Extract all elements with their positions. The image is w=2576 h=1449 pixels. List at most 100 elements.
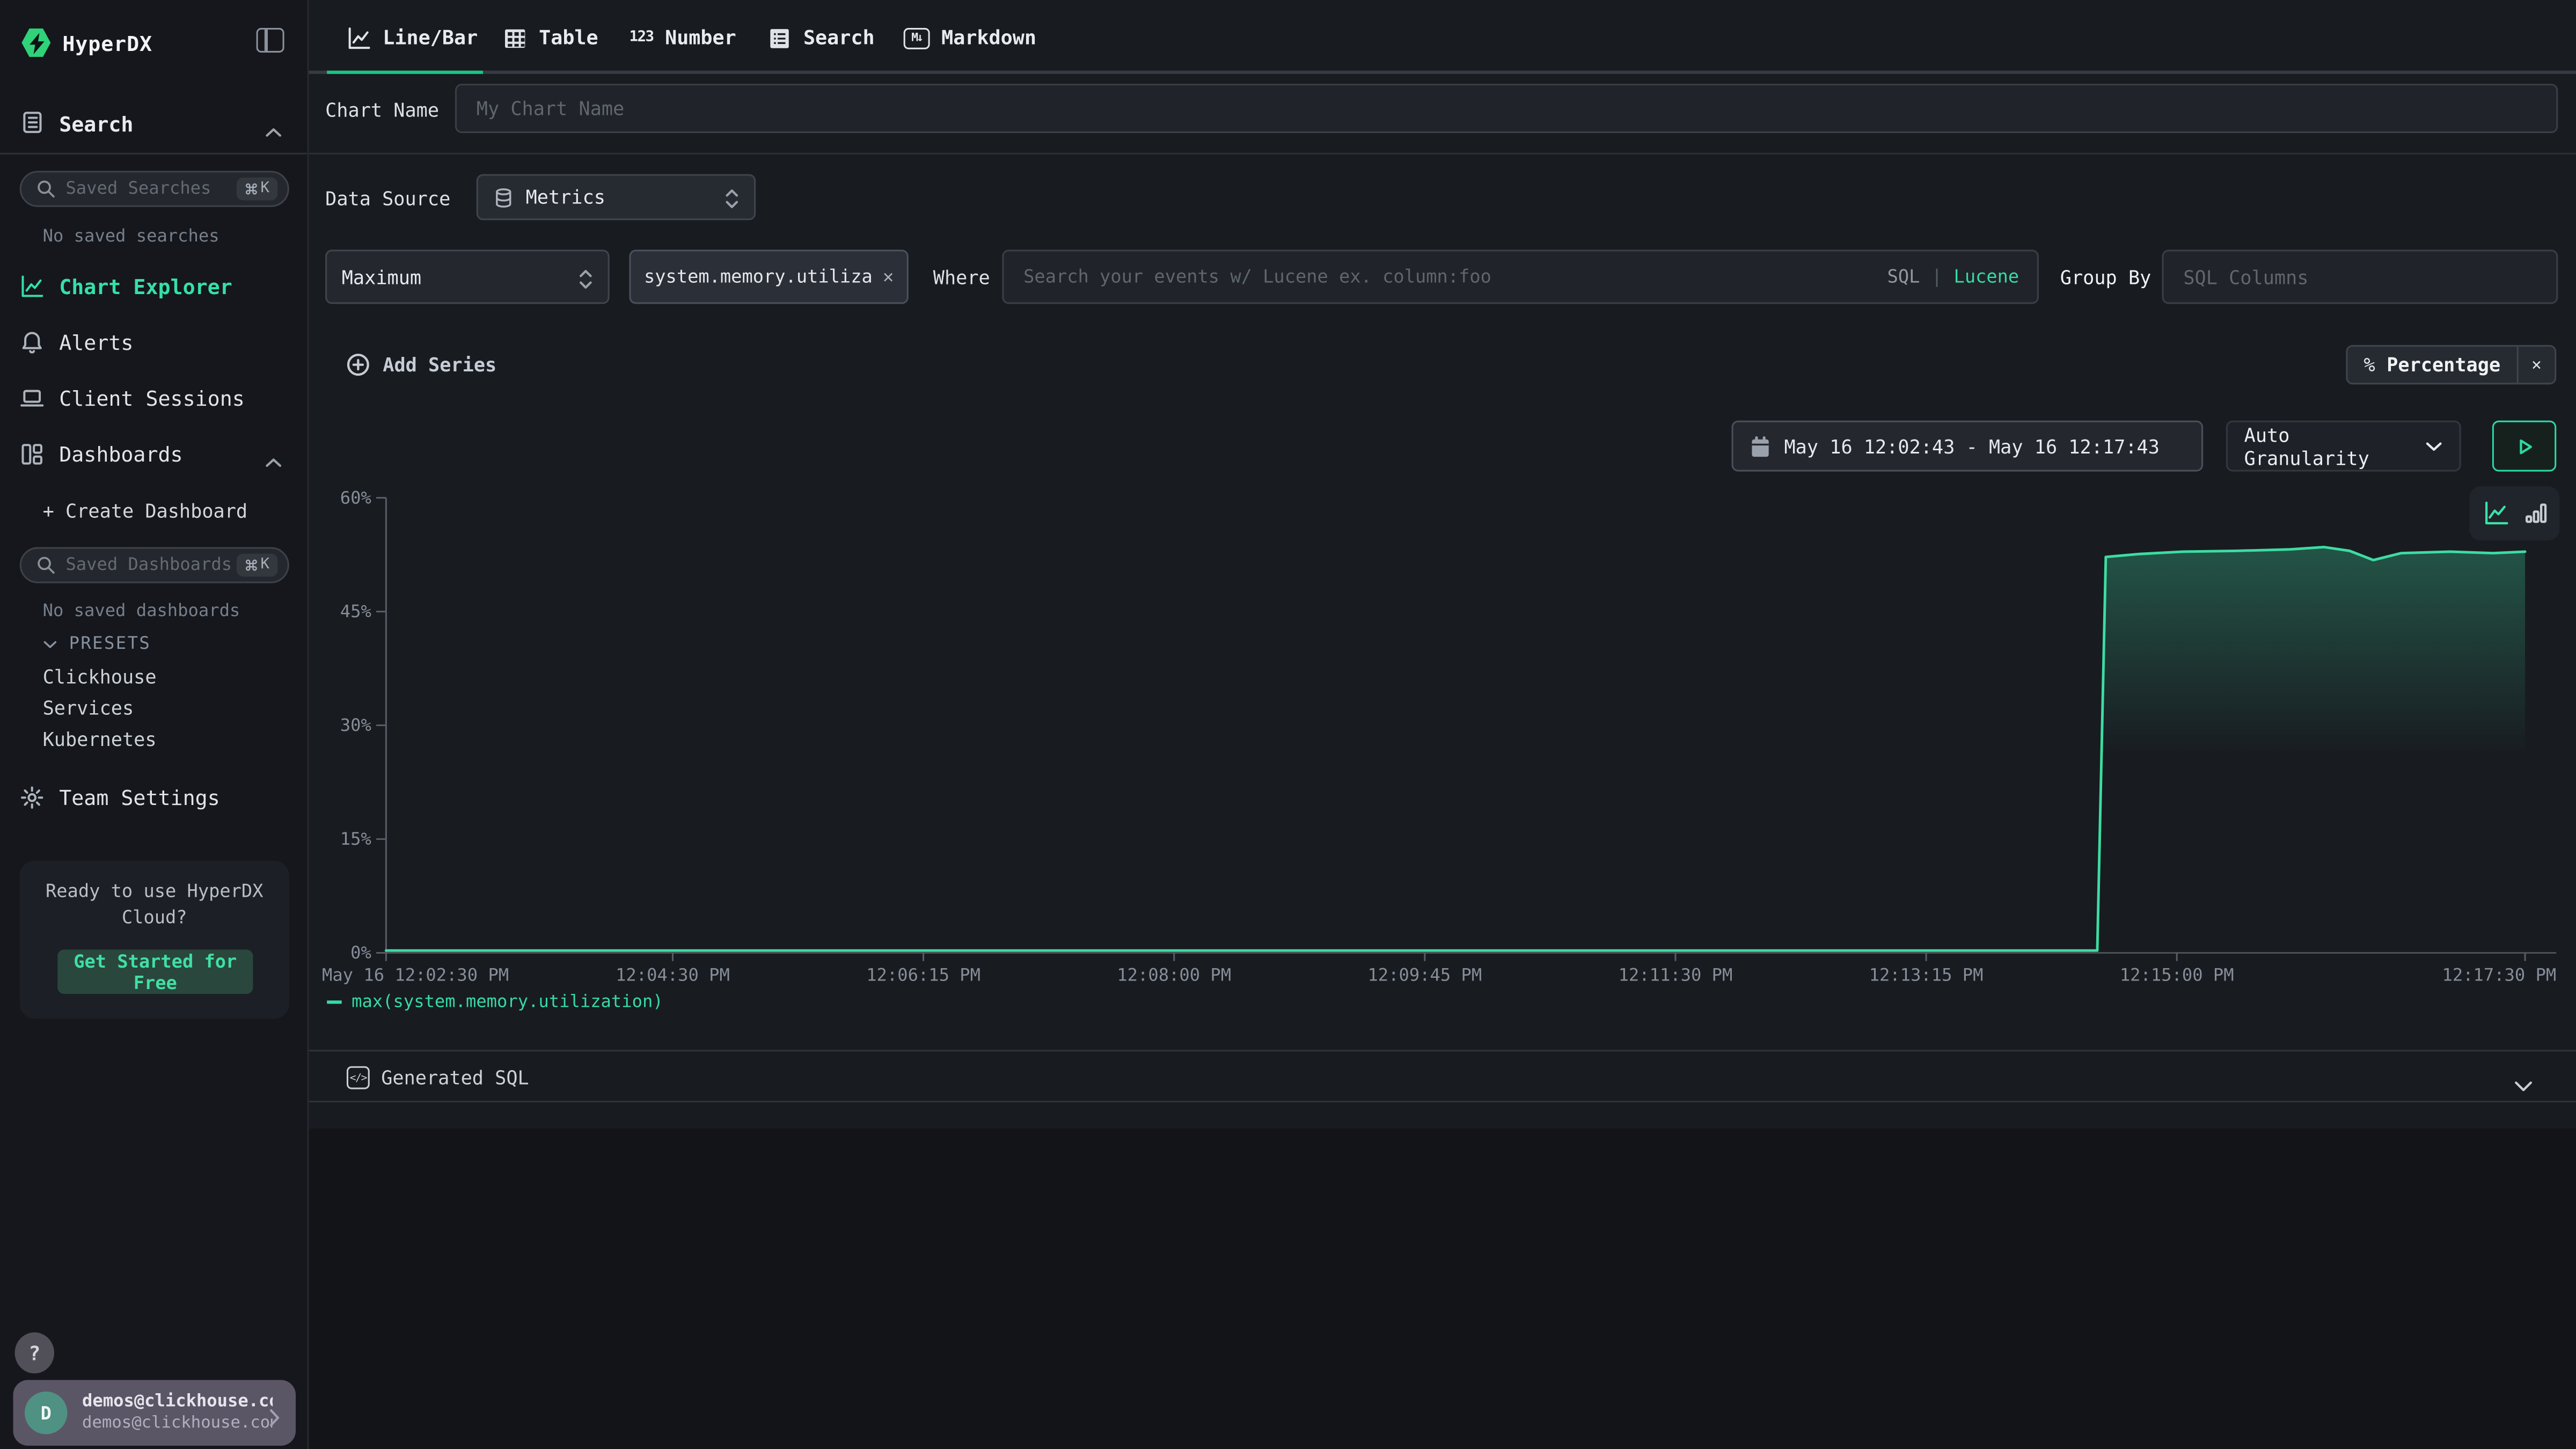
percentage-close-icon[interactable]: ✕	[2517, 347, 2555, 383]
tab-line-bar[interactable]: Line/Bar	[347, 21, 478, 54]
chart-name-input[interactable]	[455, 84, 2558, 133]
chevron-down-icon	[2425, 440, 2443, 452]
aggregation-value: Maximum	[342, 265, 567, 288]
get-started-button[interactable]: Get Started for Free	[57, 949, 253, 994]
saved-dashboards-input[interactable]: Saved Dashboards K	[20, 547, 289, 583]
generated-sql-label: Generated SQL	[381, 1066, 529, 1089]
chart-legend: max(system.memory.utilization)	[327, 992, 663, 1012]
data-source-select[interactable]: Metrics	[477, 174, 756, 220]
generated-sql-section[interactable]: </> Generated SQL	[309, 1050, 2576, 1102]
lucene-toggle[interactable]: Lucene	[1954, 266, 2019, 288]
markdown-icon: M↓	[904, 27, 930, 49]
number-123-icon: 123	[629, 30, 653, 46]
plus-circle-icon	[347, 353, 370, 376]
percent-icon: %	[2364, 353, 2375, 376]
code-icon: </>	[347, 1066, 370, 1089]
tab-label: Search	[803, 26, 875, 49]
database-icon	[493, 186, 514, 208]
sql-toggle[interactable]: SQL	[1887, 266, 1920, 288]
query-language-toggle: SQL | Lucene	[1887, 250, 2019, 304]
group-by-label: Group By	[2060, 266, 2151, 289]
metric-value: system.memory.utiliza	[644, 266, 873, 288]
sidebar-item-team-settings[interactable]: Team Settings	[0, 782, 307, 815]
search-icon	[36, 179, 56, 199]
data-source-label: Data Source	[325, 187, 450, 210]
cloud-promo-line1: Ready to use HyperDX	[20, 881, 289, 902]
calendar-icon	[1750, 435, 1771, 458]
chart-name-label: Chart Name	[325, 99, 439, 122]
user-team: demos@clickhouse.com's	[82, 1415, 273, 1433]
chevron-down-icon	[43, 638, 58, 649]
svg-text:30%: 30%	[340, 715, 371, 735]
sidebar-item-dashboards[interactable]: Dashboards	[0, 438, 307, 471]
svg-text:12:09:45 PM: 12:09:45 PM	[1367, 965, 1482, 985]
tab-search[interactable]: Search	[767, 21, 875, 54]
command-icon	[244, 559, 257, 572]
cloud-promo-line2: Cloud?	[20, 907, 289, 928]
tab-label: Number	[665, 26, 736, 49]
percentage-button[interactable]: % Percentage	[2347, 347, 2517, 383]
svg-text:12:13:15 PM: 12:13:15 PM	[1869, 965, 1984, 985]
metric-tag[interactable]: system.memory.utiliza ✕	[629, 250, 908, 304]
saved-dashboards-placeholder: Saved Dashboards	[65, 555, 236, 575]
sidebar-collapse-icon[interactable]	[257, 28, 284, 53]
user-email: demos@clickhouse.com	[82, 1392, 273, 1411]
preset-clickhouse[interactable]: Clickhouse	[43, 665, 157, 689]
divider	[0, 153, 307, 155]
where-input[interactable]	[1002, 250, 2039, 304]
aggregation-select[interactable]: Maximum	[325, 250, 610, 304]
shortcut-badge: K	[236, 554, 278, 577]
remove-metric-icon[interactable]: ✕	[883, 266, 894, 288]
run-query-button[interactable]	[2492, 421, 2556, 472]
where-field: SQL | Lucene	[1002, 250, 2039, 304]
sidebar-item-label: Team Settings	[59, 785, 220, 810]
cloud-promo-card: Ready to use HyperDX Cloud? Get Started …	[20, 861, 289, 1019]
saved-searches-input[interactable]: Saved Searches K	[20, 171, 289, 207]
percentage-label: Percentage	[2387, 353, 2500, 376]
sidebar-item-alerts[interactable]: Alerts	[0, 327, 307, 360]
sidebar-item-search[interactable]: Search	[0, 107, 307, 143]
list-document-icon	[767, 25, 792, 50]
svg-text:12:04:30 PM: 12:04:30 PM	[616, 965, 730, 985]
search-icon	[36, 555, 56, 575]
add-series-button[interactable]: Add Series	[347, 347, 496, 383]
preset-services[interactable]: Services	[43, 697, 134, 720]
tab-markdown[interactable]: M↓ Markdown	[904, 21, 1036, 54]
svg-text:12:15:00 PM: 12:15:00 PM	[2120, 965, 2234, 985]
play-icon	[2514, 436, 2534, 456]
shortcut-badge: K	[236, 178, 278, 201]
logo-row: HyperDX	[0, 20, 307, 66]
main-content: Line/Bar Table 123 Number Search M↓ Ma	[309, 0, 2576, 1449]
chevron-down-icon	[2514, 1070, 2534, 1086]
tab-label: Table	[539, 26, 598, 49]
granularity-select[interactable]: Auto Granularity	[2226, 421, 2461, 472]
tab-number[interactable]: 123 Number	[629, 21, 736, 54]
user-menu[interactable]: D demos@clickhouse.com demos@clickhouse.…	[13, 1380, 296, 1445]
presets-label: PRESETS	[69, 634, 151, 654]
select-chevrons-icon	[724, 186, 740, 209]
chart-type-tabbar: Line/Bar Table 123 Number Search M↓ Ma	[309, 0, 2576, 74]
legend-swatch	[327, 1000, 342, 1004]
help-button[interactable]: ?	[15, 1333, 54, 1374]
sidebar-item-client-sessions[interactable]: Client Sessions	[0, 383, 307, 415]
svg-text:15%: 15%	[340, 829, 371, 849]
no-saved-searches-note: No saved searches	[43, 226, 219, 246]
sidebar-item-chart-explorer[interactable]: Chart Explorer	[0, 271, 307, 304]
date-range-picker[interactable]: May 16 12:02:43 - May 16 12:17:43	[1732, 421, 2204, 472]
create-dashboard-button[interactable]: + Create Dashboard	[43, 500, 248, 523]
svg-text:0%: 0%	[350, 942, 371, 963]
command-icon	[244, 182, 257, 195]
chevron-up-icon	[265, 445, 284, 462]
sidebar-item-label: Dashboards	[59, 442, 182, 466]
svg-text:45%: 45%	[340, 601, 371, 621]
timeseries-chart[interactable]: 0%15%30%45%60%May 16 12:02:30 PM12:04:30…	[309, 486, 2576, 1035]
presets-header[interactable]: PRESETS	[43, 634, 151, 654]
tab-table[interactable]: Table	[503, 21, 598, 54]
journal-icon	[20, 110, 45, 135]
sidebar-item-label: Client Sessions	[59, 386, 245, 411]
group-by-input[interactable]	[2162, 250, 2558, 304]
preset-kubernetes[interactable]: Kubernetes	[43, 728, 157, 751]
app-title: HyperDX	[62, 31, 152, 56]
divider	[309, 153, 2576, 155]
tab-label: Markdown	[941, 26, 1036, 49]
